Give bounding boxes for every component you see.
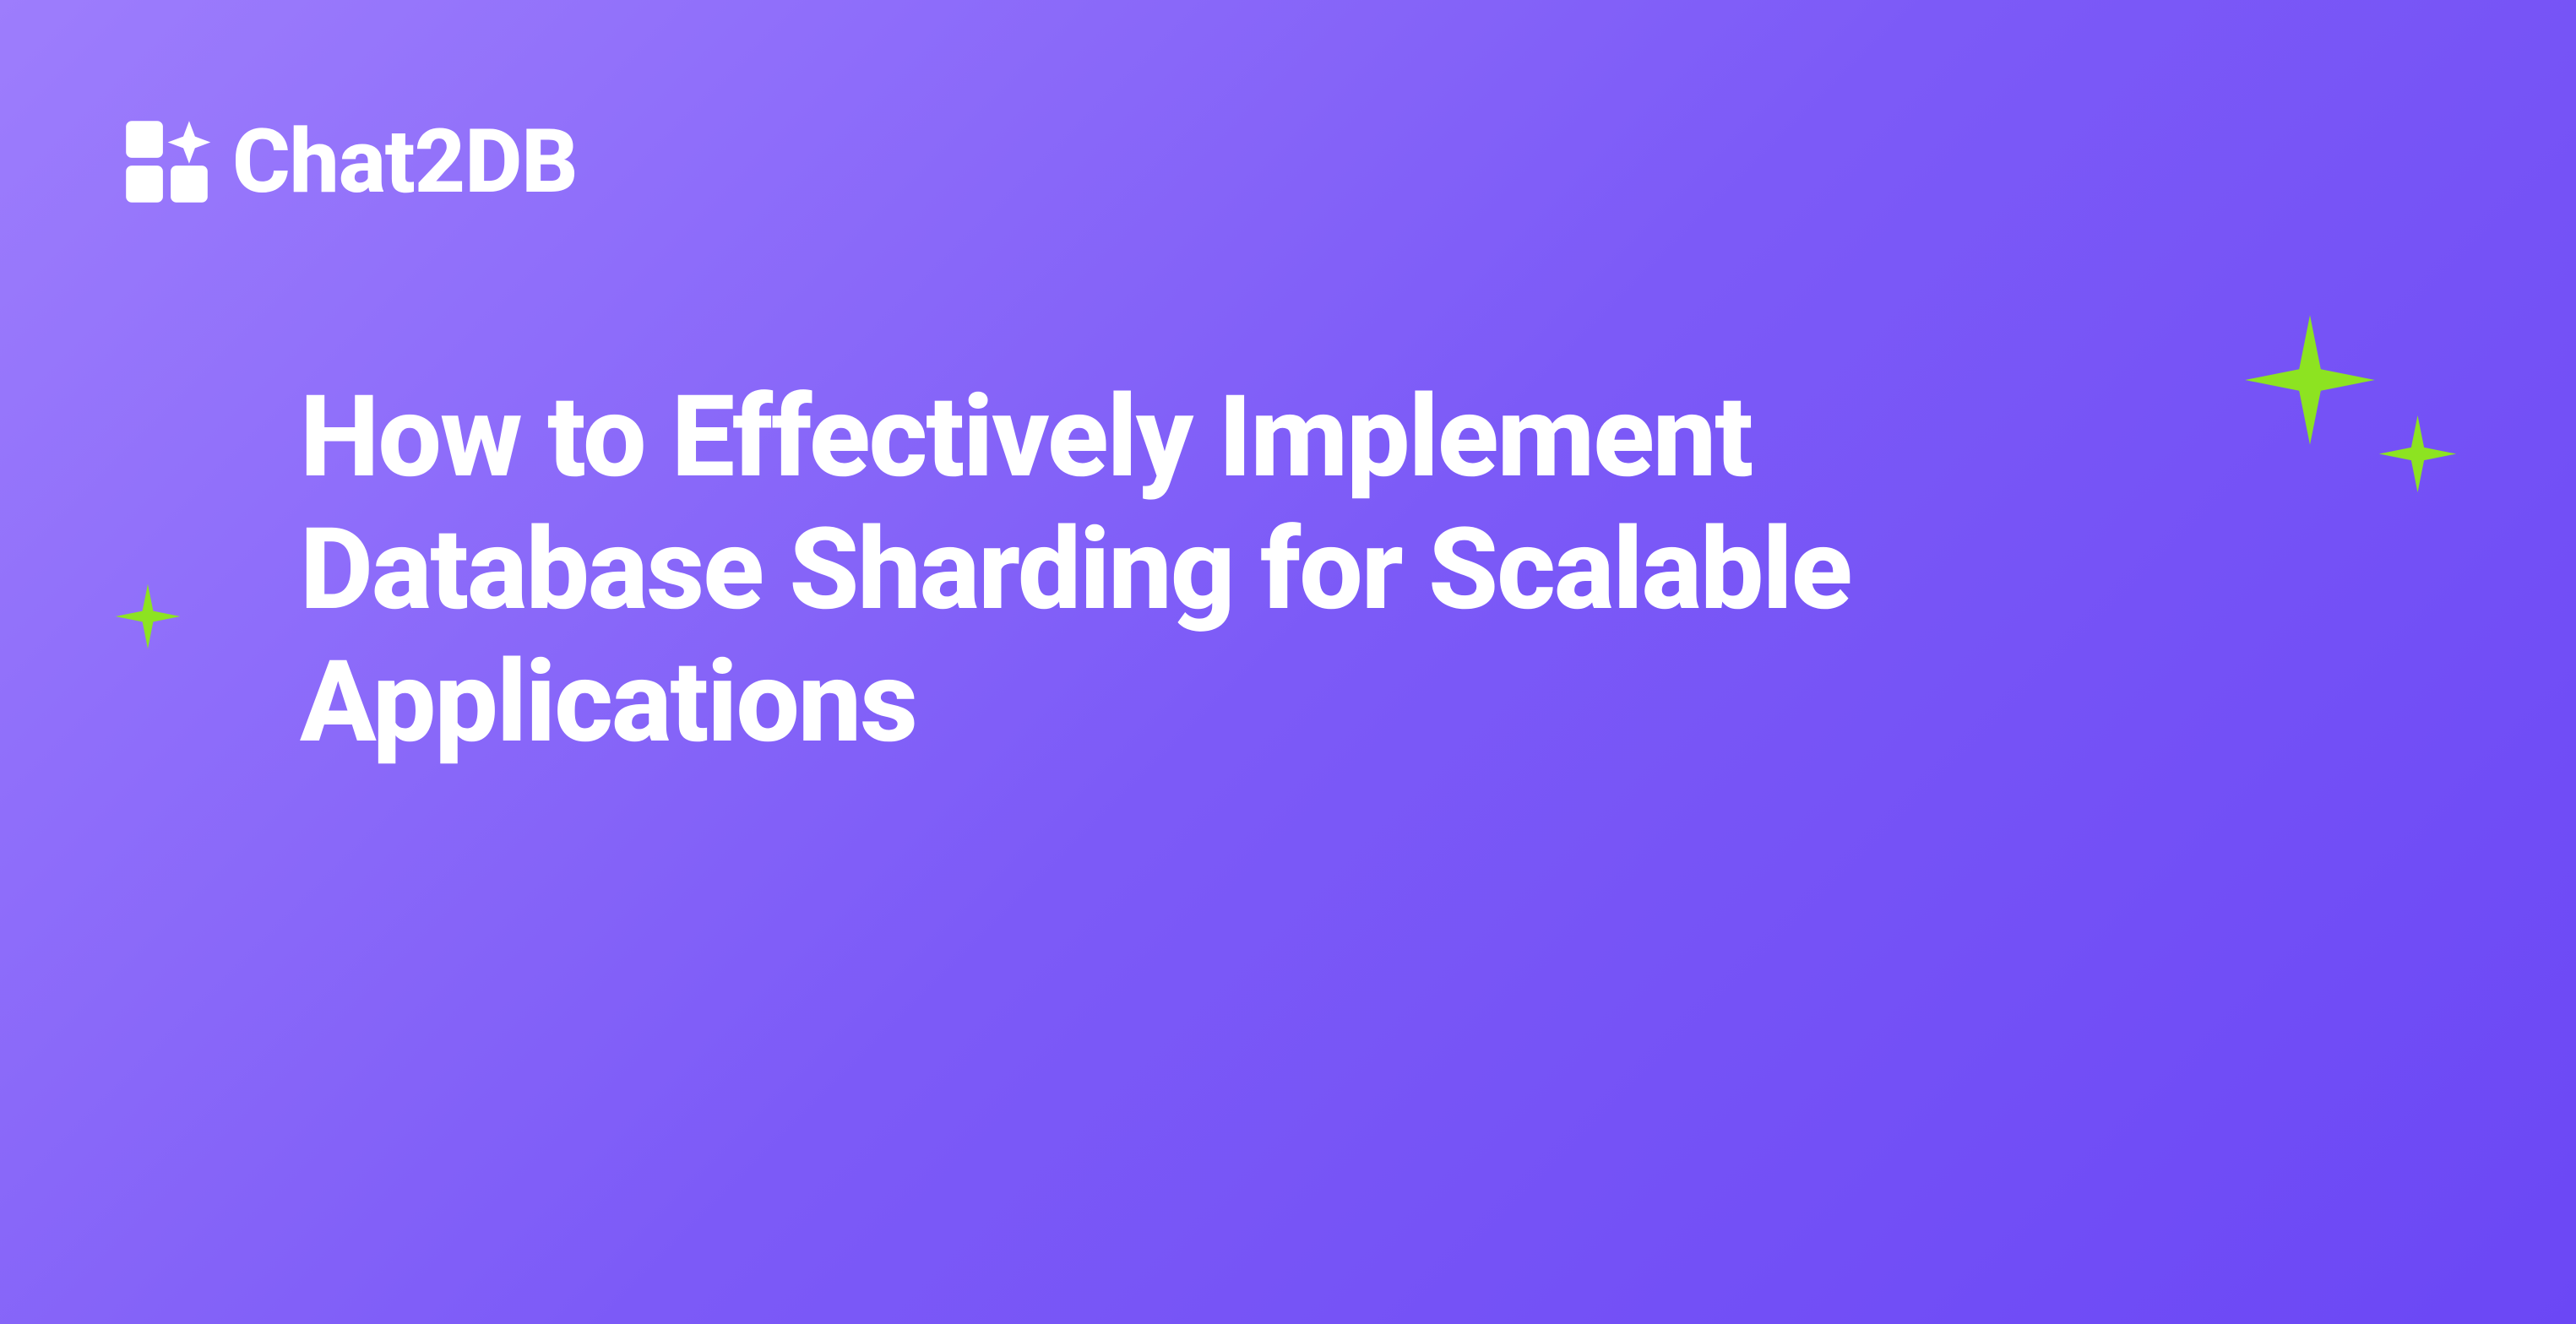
logo-container: Chat2DB xyxy=(118,110,578,214)
logo-text: Chat2DB xyxy=(232,110,578,214)
sparkle-decoration-icon xyxy=(2378,414,2458,497)
logo-mark-icon xyxy=(118,113,215,210)
sparkle-decoration-icon xyxy=(114,583,182,654)
sparkle-decoration-icon xyxy=(2242,312,2378,451)
headline-title: How to Effectively Implement Database Sh… xyxy=(300,372,1862,768)
hero-card: Chat2DB How to Effectively Implement Dat… xyxy=(0,0,2576,1324)
